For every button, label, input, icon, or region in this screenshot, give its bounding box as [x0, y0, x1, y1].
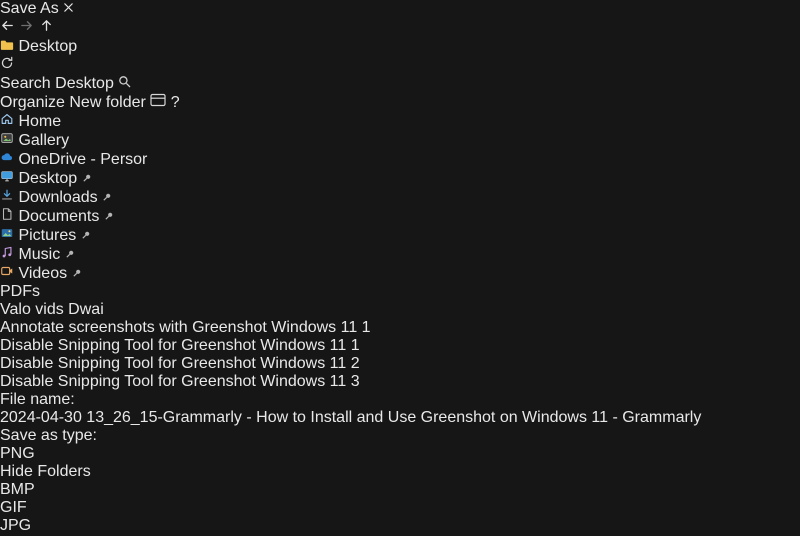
refresh-button[interactable] — [0, 57, 14, 74]
navigation-bar: Desktop Search Desktop — [0, 18, 800, 93]
pin-icon — [82, 170, 92, 187]
file-tile-disable-snipping-1[interactable]: Disable Snipping Tool for Greenshot Wind… — [0, 337, 800, 355]
save-type-option-gif[interactable]: GIF — [0, 499, 800, 517]
file-name-input[interactable]: 2024-04-30 13_26_15-Grammarly - How to I… — [0, 409, 800, 427]
organize-label: Organize — [0, 94, 65, 111]
dialog-content: Home Gallery OneDrive - Persor — [0, 112, 800, 391]
view-options-button[interactable] — [150, 94, 170, 111]
navigation-sidebar: Home Gallery OneDrive - Persor — [0, 112, 800, 283]
window-title: Save As — [0, 0, 59, 17]
file-tile-disable-snipping-3[interactable]: Disable Snipping Tool for Greenshot Wind… — [0, 373, 800, 391]
arrow-right-icon — [19, 18, 34, 33]
save-as-type-value: PNG — [0, 445, 35, 462]
close-icon — [63, 2, 74, 13]
file-name: Disable Snipping Tool for Greenshot Wind… — [0, 355, 800, 373]
save-type-option-jpg[interactable]: JPG — [0, 517, 800, 535]
new-folder-button[interactable]: New folder — [69, 94, 150, 111]
sidebar-item-pictures[interactable]: Pictures — [0, 226, 800, 245]
address-bar[interactable]: Desktop — [0, 38, 800, 56]
videos-icon — [0, 265, 18, 282]
help-button[interactable]: ? — [171, 94, 180, 111]
close-button[interactable] — [63, 0, 74, 17]
pin-icon — [102, 189, 112, 206]
file-name: Annotate screenshots with Greenshot Wind… — [0, 319, 800, 337]
sidebar-item-label: Music — [18, 246, 60, 263]
file-tile-pdfs[interactable]: PDFs — [0, 283, 800, 301]
gallery-icon — [0, 132, 18, 149]
sidebar-item-downloads[interactable]: Downloads — [0, 188, 800, 207]
file-name-row: File name: 2024-04-30 13_26_15-Grammarly… — [0, 391, 800, 427]
forward-button[interactable] — [19, 20, 38, 37]
file-tile-disable-snipping-2[interactable]: Disable Snipping Tool for Greenshot Wind… — [0, 355, 800, 373]
search-input[interactable]: Search Desktop — [0, 75, 800, 93]
desktop-wallpaper — [752, 104, 800, 348]
sidebar-item-label: Home — [18, 113, 61, 130]
sidebar-item-videos[interactable]: Videos — [0, 264, 800, 283]
save-as-type-combobox[interactable]: PNG — [0, 445, 800, 463]
breadcrumb-desktop[interactable]: Desktop — [18, 38, 77, 55]
search-placeholder: Search Desktop — [0, 75, 114, 92]
title-bar: Save As — [0, 0, 800, 18]
sidebar-item-label: OneDrive - Persor — [18, 151, 147, 168]
music-icon — [0, 246, 18, 263]
file-tile-valo-vids-dwai[interactable]: Valo vids Dwai — [0, 301, 800, 319]
refresh-icon — [0, 56, 14, 70]
sidebar-item-label: Downloads — [18, 189, 97, 206]
documents-icon — [0, 208, 18, 225]
sidebar-item-label: Videos — [18, 265, 67, 282]
desktop-background: Save As — [0, 0, 800, 536]
file-name: PDFs — [0, 283, 800, 301]
sidebar-item-label: Documents — [18, 208, 99, 225]
up-button[interactable] — [39, 20, 54, 37]
view-options-icon — [150, 93, 166, 107]
new-folder-label: New folder — [69, 94, 145, 111]
save-type-dropdown-list: BMP GIF JPG PNG TIFF GREENSHOT ICO — [0, 481, 800, 536]
sidebar-item-music[interactable]: Music — [0, 245, 800, 264]
file-grid-row-1: PDFs Valo vids Dwai — [0, 283, 800, 391]
folder-icon — [0, 39, 14, 51]
pin-icon — [81, 227, 91, 244]
save-as-type-row: Save as type: PNG — [0, 427, 800, 463]
save-as-type-label: Save as type: — [0, 427, 97, 444]
arrow-up-icon — [39, 18, 54, 33]
onedrive-cloud-icon — [0, 151, 18, 168]
pin-icon — [65, 246, 75, 263]
file-list-area: PDFs Valo vids Dwai — [0, 283, 800, 391]
search-icon — [118, 75, 131, 92]
back-button[interactable] — [0, 20, 19, 37]
toolbar-right-group: ? — [150, 94, 179, 111]
downloads-icon — [0, 189, 18, 206]
pictures-icon — [0, 227, 18, 244]
save-type-option-bmp[interactable]: BMP — [0, 481, 800, 499]
sidebar-item-gallery[interactable]: Gallery — [0, 131, 800, 150]
file-name: Valo vids Dwai — [0, 301, 800, 319]
sidebar-item-label: Desktop — [18, 170, 77, 187]
save-as-dialog: Save As — [0, 0, 800, 481]
sidebar-item-label: Gallery — [18, 132, 69, 149]
command-toolbar: Organize New folder ? — [0, 93, 800, 112]
pin-icon — [72, 265, 82, 282]
file-name: Disable Snipping Tool for Greenshot Wind… — [0, 373, 800, 391]
hide-folders-label: Hide Folders — [0, 463, 91, 480]
home-icon — [0, 113, 18, 130]
sidebar-item-home[interactable]: Home — [0, 112, 800, 131]
file-name: Disable Snipping Tool for Greenshot Wind… — [0, 337, 800, 355]
sidebar-item-label: Pictures — [18, 227, 76, 244]
desktop-monitor-icon — [0, 170, 18, 187]
arrow-left-icon — [0, 18, 15, 33]
file-name-value: 2024-04-30 13_26_15-Grammarly - How to I… — [0, 409, 701, 426]
sidebar-item-documents[interactable]: Documents — [0, 207, 800, 226]
file-tile-annotate-screenshots-1[interactable]: Annotate screenshots with Greenshot Wind… — [0, 319, 800, 337]
sidebar-item-onedrive[interactable]: OneDrive - Persor — [0, 150, 800, 169]
hide-folders-button[interactable]: Hide Folders — [0, 463, 800, 481]
pin-icon — [104, 208, 114, 225]
sidebar-item-desktop[interactable]: Desktop — [0, 169, 800, 188]
organize-button[interactable]: Organize — [0, 94, 69, 111]
file-name-label: File name: — [0, 391, 75, 408]
